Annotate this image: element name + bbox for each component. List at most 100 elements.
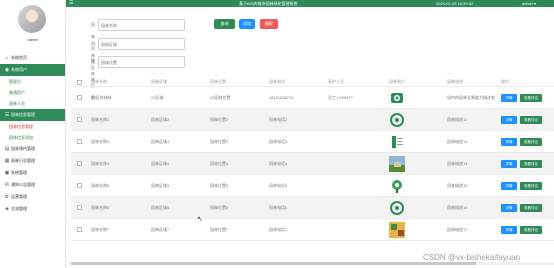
avatar[interactable] [18,5,46,33]
sidebar-item-1[interactable]: ◉ 系统用户 [0,64,65,76]
search-location-input[interactable] [98,56,185,68]
cell-location: 园林位置4 [210,161,229,166]
table-header: 园林名称 园林区域 园林位置 园林电话 养护人员 园林图片 园林描述 操作 [71,77,554,87]
col-header-image[interactable]: 园林图片 [389,77,405,87]
map-icon: ◈ [5,206,9,212]
sidebar-item-label: 系统用户 [11,67,27,72]
sidebar-username: admin [27,37,39,42]
cell-desc: 园林描述14 [447,161,468,166]
sidebar-item-label: 管理员 [9,79,21,84]
cell-phone: 园林电话6 [269,205,288,210]
garden-image[interactable] [389,156,405,172]
cell-phone: 18191636723 [269,95,294,100]
table-row: 园林名称2 园林区域2 园林位置2 园林电话2 园林描述12 详情 查看评论 [71,109,554,131]
cell-desc: 如何的园林全景能力描述有 [447,95,495,100]
search-name-input[interactable] [98,19,185,31]
cell-desc: 园林描述16 [447,205,468,210]
cell-desc: 园林描述12 [447,117,468,122]
row-checkbox[interactable] [77,139,82,144]
sidebar-item-9[interactable]: ▦ 园林日志管理 [0,155,65,167]
view-comments-button[interactable]: 查看评论 [520,182,542,190]
table-row: 园林名称5 园林区域5 园林位置5 园林电话5 园林描述15 详情 查看评论 [71,175,554,197]
col-header-phone[interactable]: 园林电话 [269,77,285,87]
select-all-checkbox[interactable] [77,80,82,85]
sidebar-item-2[interactable]: 管理员 [0,76,65,87]
garden-image[interactable] [389,112,405,128]
calendar-icon: ▦ [4,158,10,164]
query-button[interactable]: 查询 [214,19,235,29]
detail-button[interactable]: 详情 [501,204,517,212]
system-title: 基于B/S的城市园林绿化管理系统 [239,1,298,6]
detail-button[interactable]: 详情 [501,94,517,102]
sidebar-item-11[interactable]: ✉ 通知公告管理 [0,179,65,191]
col-header-person[interactable]: 养护人员 [328,77,344,87]
table-row: 园林名称4 园林区域4 园林位置4 园林电话4 园林描述14 详情 查看评论 [71,153,554,175]
sidebar-item-0[interactable]: ⌂ 系统首页 [0,52,65,64]
sidebar-item-5[interactable]: ☰ 园林信息管理 [0,109,65,121]
col-header-name[interactable]: 园林名称 [91,77,107,87]
detail-button[interactable]: 详情 [501,182,517,190]
sidebar-item-10[interactable]: ▣ 系统管理 [0,167,65,179]
row-checkbox[interactable] [77,227,82,232]
cell-name: 园林名称7 [91,227,110,232]
garden-image[interactable] [389,200,405,216]
view-comments-button[interactable]: 查看评论 [520,94,542,102]
garden-image[interactable] [389,222,405,238]
sidebar-item-7[interactable]: 园林信息添加 [0,132,65,143]
sidebar-item-12[interactable]: ⚙ 运营管理 [0,191,65,203]
sidebar-item-6[interactable]: 园林信息管理 [0,121,65,132]
cell-phone: 园林电话4 [269,161,288,166]
cell-name: 园林名称5 [91,183,110,188]
garden-image[interactable] [389,134,405,150]
cell-name: 22区苏林林 [91,95,112,100]
cell-location: 22园林位置 [210,95,231,100]
view-comments-button[interactable]: 查看评论 [520,160,542,168]
sidebar-item-4[interactable]: 园林人员 [0,98,65,109]
add-button[interactable]: 添加 [239,19,255,29]
user-menu[interactable]: admin ▾ [522,0,536,7]
col-header-area[interactable]: 园林区域 [151,77,167,87]
menu-toggle-icon[interactable]: ☰ [69,0,73,7]
view-comments-button[interactable]: 查看评论 [520,226,542,234]
view-comments-button[interactable]: 查看评论 [520,138,542,146]
garden-image[interactable] [389,90,405,106]
grid-icon: ▣ [4,170,10,176]
cell-area: 园林区域2 [151,117,170,122]
row-checkbox[interactable] [77,95,82,100]
garden-image[interactable] [389,178,405,194]
horizontal-scrollbar[interactable] [71,262,554,265]
cell-area: 园林区域4 [151,161,170,166]
row-checkbox[interactable] [77,117,82,122]
sidebar-item-13[interactable]: ◈ 交流管理 [0,203,65,215]
detail-button[interactable]: 详情 [501,116,517,124]
sidebar-item-label: 园林人员 [9,101,25,106]
cell-location: 园林位置5 [210,183,229,188]
cell-desc: 园林描述13 [447,139,468,144]
sidebar: admin ⌂ 系统首页 ◉ 系统用户 管理员 普通用户 园林人员 ☰ 园林信息管理 园林信息管理… [0,0,66,268]
view-comments-button[interactable]: 查看评论 [520,204,542,212]
sidebar-item-8[interactable]: ▤ 园林预约管理 [0,143,65,155]
row-checkbox[interactable] [77,161,82,166]
view-comments-button[interactable]: 查看评论 [520,116,542,124]
sidebar-item-label: 园林信息管理 [11,112,35,117]
detail-button[interactable]: 详情 [501,226,517,234]
row-checkbox[interactable] [77,183,82,188]
row-checkbox[interactable] [77,205,82,210]
cell-phone: 园林电话7 [269,227,288,232]
sidebar-item-label: 园林预约管理 [11,146,35,151]
scrollbar-thumb[interactable] [71,262,476,265]
list-icon: ☰ [4,112,10,118]
delete-button[interactable]: 删除 [260,19,278,29]
detail-button[interactable]: 详情 [501,160,517,168]
cell-phone: 园林电话2 [269,117,288,122]
cell-name: 园林名称4 [91,161,110,166]
col-header-desc[interactable]: 园林描述 [447,77,463,87]
sidebar-item-3[interactable]: 普通用户 [0,87,65,98]
cell-area: 22区域 [151,95,164,100]
cell-location: 园林位置6 [210,205,229,210]
cell-person: 员工1-999977 [328,95,353,100]
search-area-input[interactable] [98,38,185,50]
cell-phone: 园林电话5 [269,183,288,188]
detail-button[interactable]: 详情 [501,138,517,146]
col-header-location[interactable]: 园林位置 [210,77,226,87]
